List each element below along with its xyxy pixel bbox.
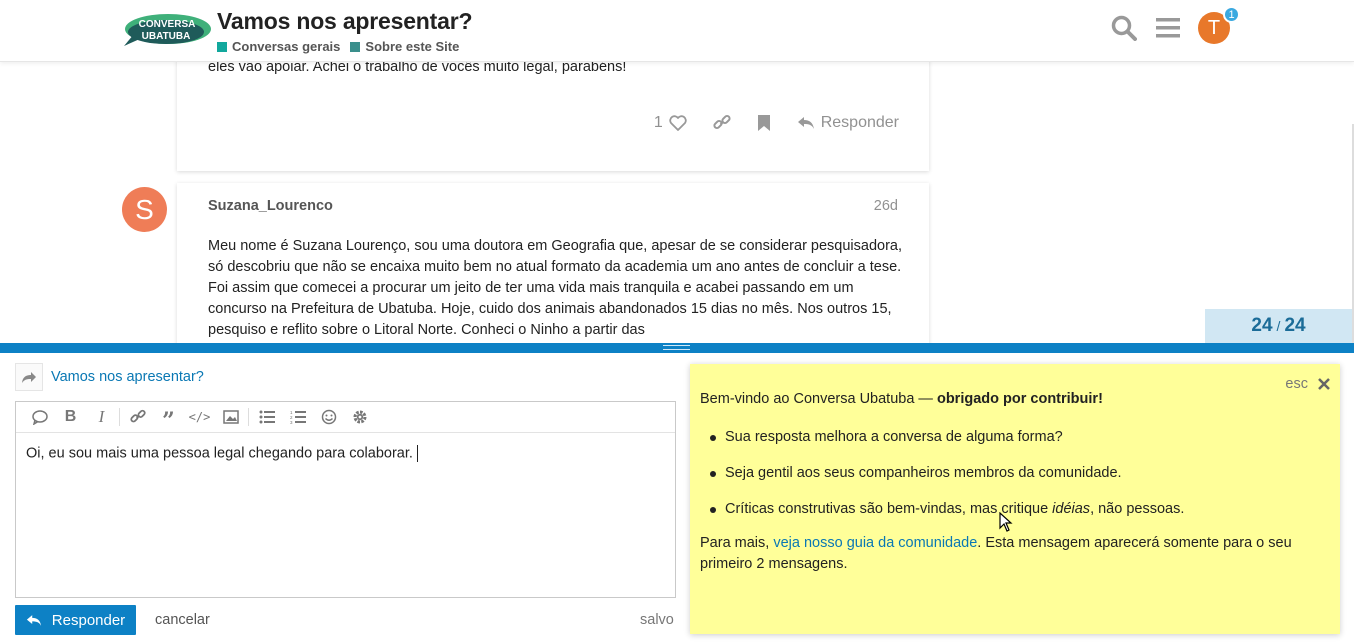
draft-saved-status: salvo xyxy=(640,612,674,628)
reply-button[interactable]: Responder xyxy=(15,605,136,635)
education-more: Para mais, veja nosso guia da comunidade… xyxy=(700,535,1292,572)
category-badge-conversas-gerais[interactable]: Conversas gerais xyxy=(217,39,340,54)
italic-icon[interactable]: I xyxy=(86,402,117,432)
category-label: Conversas gerais xyxy=(232,39,341,54)
grip-lines-icon xyxy=(663,345,690,350)
esc-hint: esc xyxy=(1285,376,1308,392)
editor: B I ” </> 123 Oi, eu sou mais uma pessoa… xyxy=(15,401,676,598)
reply-icon xyxy=(797,117,814,129)
category-color-swatch xyxy=(217,41,227,52)
post-username[interactable]: Suzana_Lourenco xyxy=(208,198,333,214)
reply-post-button[interactable]: Responder xyxy=(797,114,899,132)
post-body: Meu nome é Suzana Lourenço, sou uma dout… xyxy=(208,238,903,338)
image-icon[interactable] xyxy=(215,402,246,432)
heart-icon xyxy=(669,115,687,131)
notification-badge: 1 xyxy=(1223,6,1240,23)
post-date[interactable]: 26d xyxy=(874,198,898,214)
composer-education-panel: esc Bem-vindo ao Conversa Ubatuba — obri… xyxy=(690,364,1340,634)
composer-resize-grip[interactable] xyxy=(0,343,1354,353)
close-icon xyxy=(1318,378,1330,390)
link-icon[interactable] xyxy=(122,402,153,432)
list-item: Sua resposta melhora a conversa de algum… xyxy=(710,427,1184,448)
search-icon[interactable] xyxy=(1110,14,1138,42)
site-logo[interactable]: CONVERSA UBATUBA xyxy=(120,10,212,52)
bookmark-icon xyxy=(757,115,770,131)
close-education-button[interactable]: esc xyxy=(1285,376,1330,392)
category-color-swatch xyxy=(350,41,361,52)
education-intro: Bem-vindo ao Conversa Ubatuba — obrigado… xyxy=(700,391,1103,407)
cancel-link[interactable]: cancelar xyxy=(155,612,210,628)
svg-text:UBATUBA: UBATUBA xyxy=(142,31,191,42)
user-avatar[interactable]: S xyxy=(122,187,167,232)
speech-bubble-icon[interactable] xyxy=(24,402,55,432)
link-icon xyxy=(713,114,731,130)
progress-total: 24 xyxy=(1284,315,1306,336)
post-card: eles vão apoiar. Achei o trabalho de voc… xyxy=(177,62,929,171)
share-link-button[interactable] xyxy=(713,114,731,132)
reply-to-title[interactable]: Vamos nos apresentar? xyxy=(51,369,204,385)
category-label: Sobre este Site xyxy=(365,39,460,54)
progress-current: 24 xyxy=(1251,315,1273,336)
site-header: CONVERSA UBATUBA Vamos nos apresentar? C… xyxy=(0,0,1354,62)
mouse-pointer-icon xyxy=(999,512,1013,532)
post-card: Suzana_Lourenco 26d Meu nome é Suzana Lo… xyxy=(177,183,929,343)
topic-title[interactable]: Vamos nos apresentar? xyxy=(217,8,472,35)
bold-icon[interactable]: B xyxy=(55,402,86,432)
text-cursor xyxy=(416,445,418,462)
reply-icon xyxy=(26,614,41,626)
hamburger-menu-icon[interactable] xyxy=(1154,14,1182,42)
composer-textarea[interactable]: Oi, eu sou mais uma pessoa legal chegand… xyxy=(16,433,675,474)
emoji-icon[interactable] xyxy=(313,402,344,432)
bullet-list-icon[interactable] xyxy=(251,402,282,432)
reply-button-label: Responder xyxy=(51,611,126,629)
education-guidelines: Sua resposta melhora a conversa de algum… xyxy=(710,427,1184,535)
user-avatar[interactable]: T 1 xyxy=(1198,6,1240,44)
community-guidelines-link[interactable]: veja nosso guia da comunidade xyxy=(773,535,977,551)
reply-label: Responder xyxy=(820,114,899,131)
category-badge-sobre-este-site[interactable]: Sobre este Site xyxy=(350,39,459,54)
like-count: 1 xyxy=(653,114,663,131)
svg-text:CONVERSA: CONVERSA xyxy=(139,19,196,30)
topic-progress[interactable]: 24 / 24 xyxy=(1205,309,1352,343)
share-arrow-icon[interactable] xyxy=(15,363,43,391)
list-item: Críticas construtivas são bem-vindas, ma… xyxy=(710,499,1184,520)
gear-icon[interactable] xyxy=(344,402,375,432)
quote-icon[interactable]: ” xyxy=(153,402,184,432)
post-actions: 1 Responder xyxy=(654,114,899,132)
list-item: Seja gentil aos seus companheiros membro… xyxy=(710,463,1184,484)
like-button[interactable]: 1 xyxy=(654,114,687,132)
reply-to-indicator[interactable]: Vamos nos apresentar? xyxy=(15,363,204,391)
svg-text:3: 3 xyxy=(290,420,293,424)
editor-toolbar: B I ” </> 123 xyxy=(16,402,675,433)
code-icon[interactable]: </> xyxy=(184,402,215,432)
bookmark-button[interactable] xyxy=(757,114,771,132)
numbered-list-icon[interactable]: 123 xyxy=(282,402,313,432)
post-stream: eles vão apoiar. Achei o trabalho de voc… xyxy=(0,62,1354,343)
post-body: eles vão apoiar. Achei o trabalho de voc… xyxy=(208,62,627,75)
